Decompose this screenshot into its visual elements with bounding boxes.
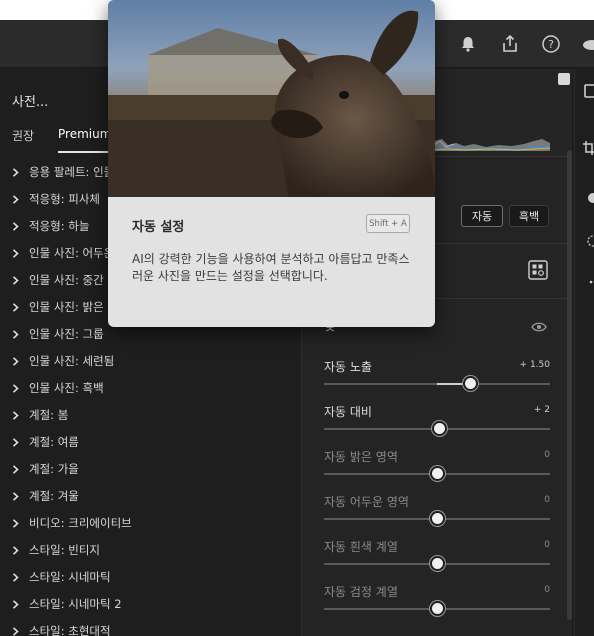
chevron-right-icon bbox=[12, 464, 19, 474]
preset-group-label: 응용 팔레트: 인물 bbox=[29, 165, 115, 179]
chevron-right-icon bbox=[12, 410, 19, 420]
preset-group-label: 스타일: 초현대적 bbox=[29, 624, 111, 636]
presets-title: 사전... bbox=[12, 95, 49, 110]
mask-tool-icon[interactable] bbox=[583, 234, 594, 248]
preset-group-item[interactable]: 계절: 가을 bbox=[0, 456, 300, 482]
chevron-right-icon bbox=[12, 626, 19, 636]
preset-group-label: 인물 사진: 중간 bbox=[29, 273, 104, 287]
preset-browser-icon[interactable] bbox=[528, 260, 548, 280]
preset-group-item[interactable]: 인물 사진: 세련됨 bbox=[0, 348, 300, 374]
preset-group-label: 계절: 가을 bbox=[29, 462, 79, 476]
preset-group-label: 비디오: 크리에이티브 bbox=[29, 516, 132, 530]
slider-value[interactable]: 0 bbox=[544, 450, 550, 460]
chevron-right-icon bbox=[12, 356, 19, 366]
share-icon[interactable] bbox=[500, 34, 520, 54]
preset-group-item[interactable]: 계절: 겨울 bbox=[0, 483, 300, 509]
preset-group-item[interactable]: 스타일: 초현대적 bbox=[0, 618, 300, 636]
tooltip-description: AI의 강력한 기능을 사용하여 분석하고 아름답고 만족스러운 사진을 만드는… bbox=[132, 252, 410, 283]
slider-knob[interactable] bbox=[429, 601, 445, 616]
slider-knob[interactable] bbox=[463, 376, 479, 391]
auto-button[interactable]: 자동 bbox=[461, 205, 503, 227]
eye-icon[interactable] bbox=[531, 321, 547, 333]
slider-label: 자동 밝은 영역 bbox=[324, 450, 398, 464]
edit-panel-scrollbar[interactable] bbox=[567, 150, 572, 620]
chevron-right-icon bbox=[12, 329, 19, 339]
chevron-right-icon bbox=[12, 275, 19, 285]
preset-group-label: 스타일: 시네마틱 bbox=[29, 570, 111, 584]
keyboard-shortcut-badge: Shift + A bbox=[366, 214, 410, 233]
light-slider[interactable]: 자동 밝은 영역 0 bbox=[324, 448, 550, 488]
preset-group-label: 인물 사진: 밝은 bbox=[29, 300, 104, 314]
tab-premium[interactable]: Premium bbox=[58, 127, 112, 153]
preset-group-label: 계절: 겨울 bbox=[29, 489, 79, 503]
slider-value[interactable]: 0 bbox=[544, 540, 550, 550]
chevron-right-icon bbox=[12, 302, 19, 312]
preset-group-item[interactable]: 계절: 여름 bbox=[0, 429, 300, 455]
preset-group-label: 계절: 봄 bbox=[29, 408, 69, 422]
preset-group-label: 적응형: 하늘 bbox=[29, 219, 90, 233]
crop-tool-icon[interactable] bbox=[583, 141, 594, 155]
light-slider[interactable]: 자동 검정 계열 0 bbox=[324, 583, 550, 623]
right-edge-toolbar bbox=[574, 69, 594, 636]
chevron-right-icon bbox=[12, 437, 19, 447]
bell-icon[interactable] bbox=[458, 34, 478, 54]
heal-tool-icon[interactable] bbox=[583, 191, 594, 205]
histogram bbox=[434, 139, 550, 151]
tooltip-preview-photo bbox=[108, 0, 435, 197]
chevron-right-icon bbox=[12, 545, 19, 555]
chevron-right-icon bbox=[12, 383, 19, 393]
chevron-right-icon bbox=[12, 572, 19, 582]
light-slider[interactable]: 자동 어두운 영역 0 bbox=[324, 493, 550, 533]
chevron-right-icon bbox=[12, 221, 19, 231]
preset-group-label: 스타일: 시네마틱 2 bbox=[29, 597, 122, 611]
preset-group-label: 적응형: 피사체 bbox=[29, 192, 101, 206]
help-icon[interactable]: ? bbox=[541, 34, 561, 54]
chevron-right-icon bbox=[12, 248, 19, 258]
slider-value[interactable]: + 1.50 bbox=[520, 360, 550, 370]
preset-group-item[interactable]: 스타일: 시네마틱 bbox=[0, 564, 300, 590]
slider-knob[interactable] bbox=[429, 556, 445, 571]
slider-knob[interactable] bbox=[431, 421, 447, 436]
preset-group-item[interactable]: 스타일: 빈티지 bbox=[0, 537, 300, 563]
light-slider[interactable]: 자동 대비 + 2 bbox=[324, 403, 550, 443]
svg-text:?: ? bbox=[548, 38, 554, 51]
preset-group-label: 계절: 여름 bbox=[29, 435, 79, 449]
active-tab-indicator bbox=[58, 151, 112, 153]
chevron-right-icon bbox=[12, 599, 19, 609]
preset-group-label: 스타일: 빈티지 bbox=[29, 543, 101, 557]
more-tools-icon[interactable] bbox=[583, 275, 594, 289]
light-slider[interactable]: 자동 노출 + 1.50 bbox=[324, 358, 550, 398]
cloud-icon[interactable] bbox=[582, 34, 594, 54]
preset-group-item[interactable]: 계절: 봄 bbox=[0, 402, 300, 428]
preset-group-label: 인물 사진: 어두운 bbox=[29, 246, 115, 260]
auto-settings-tooltip: 자동 설정 Shift + A AI의 강력한 기능을 사용하여 분석하고 아름… bbox=[108, 0, 435, 327]
slider-label: 자동 흰색 계열 bbox=[324, 540, 398, 554]
chevron-right-icon bbox=[12, 491, 19, 501]
histogram-clipping-toggle[interactable] bbox=[558, 73, 570, 85]
black-and-white-button[interactable]: 흑백 bbox=[509, 205, 549, 227]
slider-value[interactable]: 0 bbox=[544, 585, 550, 595]
chevron-right-icon bbox=[12, 167, 19, 177]
slider-knob[interactable] bbox=[429, 466, 445, 481]
slider-label: 자동 어두운 영역 bbox=[324, 495, 409, 509]
preset-group-label: 인물 사진: 세련됨 bbox=[29, 354, 115, 368]
light-slider[interactable]: 자동 흰색 계열 0 bbox=[324, 538, 550, 578]
edit-tool-icon[interactable] bbox=[583, 84, 594, 98]
preset-group-label: 인물 사진: 흑백 bbox=[29, 381, 104, 395]
preset-group-item[interactable]: 스타일: 시네마틱 2 bbox=[0, 591, 300, 617]
chevron-right-icon bbox=[12, 194, 19, 204]
preset-group-label: 인물 사진: 그룹 bbox=[29, 327, 104, 341]
slider-label: 자동 검정 계열 bbox=[324, 585, 398, 599]
slider-value[interactable]: 0 bbox=[544, 495, 550, 505]
slider-label: 자동 노출 bbox=[324, 360, 372, 374]
tab-recommended[interactable]: 권장 bbox=[12, 127, 34, 144]
preset-group-item[interactable]: 인물 사진: 흑백 bbox=[0, 375, 300, 401]
slider-knob[interactable] bbox=[429, 511, 445, 526]
tooltip-title: 자동 설정 bbox=[132, 220, 185, 235]
preset-group-item[interactable]: 비디오: 크리에이티브 bbox=[0, 510, 300, 536]
chevron-right-icon bbox=[12, 518, 19, 528]
slider-value[interactable]: + 2 bbox=[534, 405, 550, 415]
slider-label: 자동 대비 bbox=[324, 405, 372, 419]
